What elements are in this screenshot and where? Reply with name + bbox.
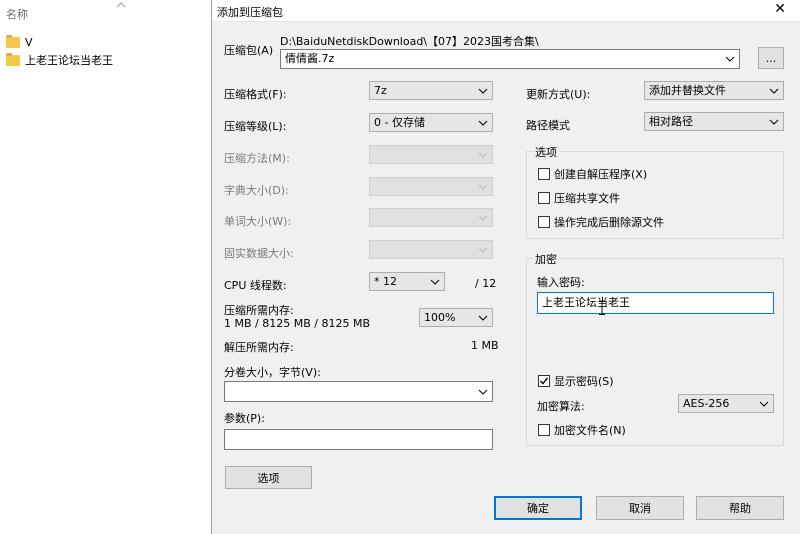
ok-button[interactable]: 确定 [494,496,582,520]
checkbox-unchecked-icon [538,424,550,436]
dict-select [369,177,493,196]
mem-decomp-label: 解压所需内存: [224,341,294,354]
checkbox-unchecked-icon [538,168,550,180]
encrypt-names-label: 加密文件名(N) [554,424,626,437]
checkbox-checked-icon [538,375,550,387]
dialog-title: 添加到压缩包 [217,6,283,19]
checkbox-unchecked-icon [538,192,550,204]
chevron-down-icon [476,82,490,99]
cancel-button[interactable]: 取消 [596,496,684,520]
pathmode-value: 相对路径 [649,115,693,128]
folder-icon [6,34,20,48]
threads-max: / 12 [475,277,497,290]
threads-select[interactable]: * 12 [369,272,445,291]
enc-method-select[interactable]: AES-256 [678,394,774,413]
dict-label: 字典大小(D): [224,184,289,197]
chevron-down-icon [767,113,781,130]
chevron-down-icon [476,241,490,258]
mem-decomp-value: 1 MB [471,339,499,352]
params-input[interactable] [224,429,493,450]
solid-select [369,240,493,259]
password-input[interactable]: 上老王论坛当老王 [537,292,774,314]
level-select[interactable]: 0 - 仅存储 [369,113,493,132]
delete-checkbox[interactable]: 操作完成后删除源文件 [538,214,664,230]
chevron-down-icon[interactable] [476,382,490,401]
format-label: 压缩格式(F): [224,88,287,101]
password-label: 输入密码: [537,276,585,289]
sfx-label: 创建自解压程序(X) [554,168,648,181]
options-group-title: 选项 [533,144,559,160]
enc-method-value: AES-256 [683,397,730,410]
archive-name-value: 倩倩酱.7z [285,52,335,65]
solid-label: 固实数据大小: [224,247,294,260]
archive-path: D:\BaiduNetdiskDownload\【07】2023国考合集\ [280,35,539,48]
chevron-down-icon [476,114,490,131]
show-password-label: 显示密码(S) [554,375,614,388]
chevron-up-icon [116,0,126,11]
chevron-down-icon [476,209,490,226]
shared-checkbox[interactable]: 压缩共享文件 [538,190,620,206]
title-bar[interactable]: 添加到压缩包 ✕ [212,0,800,22]
sfx-checkbox[interactable]: 创建自解压程序(X) [538,166,647,182]
params-label: 参数(P): [224,412,265,425]
chevron-down-icon [476,146,490,163]
threads-label: CPU 线程数: [224,279,287,292]
close-icon[interactable]: ✕ [774,1,786,17]
text-cursor-icon [599,301,605,315]
level-value: 0 - 仅存储 [374,116,425,129]
file-name: 上老王论坛当老王 [25,54,113,67]
chevron-down-icon [476,178,490,195]
archive-label: 压缩包(A) [224,44,274,57]
enc-method-label: 加密算法: [537,400,585,413]
word-label: 单词大小(W): [224,215,292,228]
encryption-group-title: 加密 [533,251,559,267]
file-name: V [25,35,33,49]
mem-usage-select[interactable]: 100% [419,308,493,327]
format-value: 7z [374,84,387,97]
shared-label: 压缩共享文件 [554,192,620,205]
column-header-name[interactable]: 名称 [6,6,28,22]
help-button[interactable]: 帮助 [696,496,784,520]
format-select[interactable]: 7z [369,81,493,100]
browse-button[interactable]: ... [758,47,784,69]
show-password-checkbox[interactable]: 显示密码(S) [538,373,614,389]
threads-value: * 12 [374,275,397,288]
chevron-down-icon [476,309,490,326]
chevron-down-icon [428,273,442,290]
file-explorer: 名称 V 上老王论坛当老王 [0,0,210,534]
pathmode-label: 路径模式 [526,119,570,132]
level-label: 压缩等级(L): [224,120,287,133]
method-label: 压缩方法(M): [224,152,290,165]
folder-icon [6,52,20,66]
method-select [369,145,493,164]
chevron-down-icon[interactable] [723,50,737,67]
delete-label: 操作完成后删除源文件 [554,216,664,229]
checkbox-unchecked-icon [538,216,550,228]
chevron-down-icon [757,395,771,412]
encrypt-names-checkbox[interactable]: 加密文件名(N) [538,422,626,438]
chevron-down-icon [767,82,781,99]
pathmode-select[interactable]: 相对路径 [644,112,784,131]
mem-comp-detail: 1 MB / 8125 MB / 8125 MB [224,317,370,330]
list-item[interactable]: V [6,33,33,51]
add-to-archive-dialog: 添加到压缩包 ✕ 压缩包(A) D:\BaiduNetdiskDownload\… [211,0,800,534]
volume-combo[interactable] [224,381,493,402]
mem-usage-value: 100% [424,311,456,324]
update-select[interactable]: 添加并替换文件 [644,81,784,100]
mem-comp-label: 压缩所需内存: [224,304,294,317]
options-button[interactable]: 选项 [225,466,312,489]
update-label: 更新方式(U): [526,88,591,101]
archive-name-combo[interactable]: 倩倩酱.7z [280,49,740,69]
word-select [369,208,493,227]
update-value: 添加并替换文件 [649,84,726,97]
volume-label: 分卷大小，字节(V): [224,366,321,379]
list-item[interactable]: 上老王论坛当老王 [6,51,113,69]
